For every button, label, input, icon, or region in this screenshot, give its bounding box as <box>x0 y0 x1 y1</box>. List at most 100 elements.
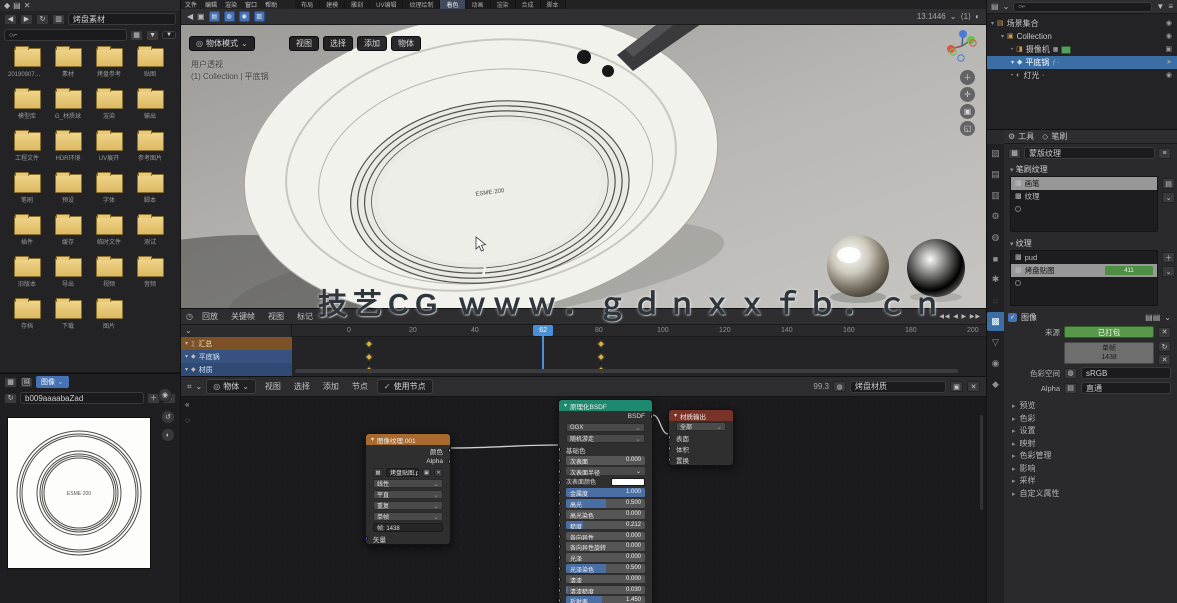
chevron-down-icon[interactable]: ⌄ <box>1162 266 1175 277</box>
expand-icon[interactable]: ▾ <box>1011 60 1014 66</box>
timeline-menu-回放[interactable]: 回放 <box>197 311 223 322</box>
unpack-icon[interactable]: ✕ <box>1158 327 1171 338</box>
new-folder-icon[interactable]: ▥ <box>52 14 65 25</box>
input-socket[interactable] <box>558 598 561 603</box>
section-采样[interactable]: ▸采样 <box>1012 475 1036 486</box>
color-swatch[interactable] <box>611 478 645 486</box>
timeline-menu-关键帧[interactable]: 关键帧 <box>226 311 260 322</box>
section-预览[interactable]: ▸预览 <box>1012 400 1036 411</box>
menu-编辑[interactable]: 编辑 <box>201 0 221 9</box>
image-name-field[interactable]: 烤盘贴图.png <box>386 468 419 477</box>
reload-icon[interactable]: ↻ <box>1158 341 1171 352</box>
workspace-tab-着色[interactable]: 着色 <box>440 0 465 9</box>
outliner-row-light[interactable]: •◐灯光◦◉ <box>987 69 1177 82</box>
collapse-icon[interactable]: ▾ <box>371 437 374 443</box>
back-icon[interactable]: ◀ <box>187 13 193 21</box>
vector-dropdown[interactable]: 次表面半径⌄ <box>566 467 645 476</box>
slider-track[interactable]: 折射率1.450 <box>566 596 645 603</box>
options-icon[interactable]: ≡ <box>1168 3 1173 11</box>
shader-menu-视图[interactable]: 视图 <box>260 381 286 392</box>
duplicate-icon[interactable]: ▤▤ <box>1145 314 1160 322</box>
editor-type-icon[interactable]: ⌗ <box>187 383 192 391</box>
node-canvas-scrollbar[interactable] <box>980 415 983 510</box>
pan-icon[interactable]: ✛ <box>960 87 975 102</box>
node-header[interactable]: ▾材质输出 <box>669 410 733 421</box>
playback-controls[interactable]: ◀◀ ◀ ▶ ▶▶ <box>939 314 981 320</box>
editor-type-icon[interactable]: ▦ <box>4 377 17 388</box>
input-socket[interactable] <box>558 512 561 517</box>
datablock-name-field[interactable]: 蒙版纹理 <box>1024 147 1155 159</box>
refresh-icon[interactable]: ↻ <box>4 393 17 404</box>
visibility-icon[interactable]: ▣ <box>1165 46 1172 53</box>
use-nodes-toggle[interactable]: ✓使用节点 <box>377 379 433 394</box>
timeline-scrollbar[interactable] <box>295 369 958 373</box>
display-mode-icon[interactable]: ▦ <box>130 30 143 41</box>
remove-icon[interactable]: ✕ <box>1158 354 1171 365</box>
param-slider[interactable]: 清漆0.000 <box>559 574 652 585</box>
outliner-search-input[interactable]: ○⌐ <box>1013 2 1152 12</box>
node-output-Alpha[interactable]: Alpha <box>366 456 450 467</box>
channel-summary[interactable]: ▾∑汇总 <box>181 337 292 350</box>
prop-tab-output[interactable]: ▤ <box>987 165 1004 184</box>
timeline-menu-标记[interactable]: 标记 <box>292 311 318 322</box>
viewport-menu-视图[interactable]: 视图 <box>289 36 319 51</box>
slider-track[interactable]: 各向异性0.000 <box>566 532 645 541</box>
channel-object[interactable]: ▾◆平底锅 <box>181 350 292 363</box>
material-name-field[interactable]: 烤盘材质 <box>850 381 946 393</box>
menu-帮助[interactable]: 帮助 <box>261 0 281 9</box>
dropdown-重复[interactable]: 重复⌄ <box>366 500 450 511</box>
dropdown-button[interactable]: 线性⌄ <box>373 479 443 488</box>
node-material-output[interactable]: ▾材质输出 全部⌄ 表面体积置换 <box>668 409 734 466</box>
input-socket[interactable] <box>668 446 671 451</box>
expand-icon[interactable]: ▾ <box>185 367 188 373</box>
fake-user-icon[interactable]: ▣ <box>422 468 431 477</box>
section-texture[interactable]: ▾ 纹理 <box>1010 238 1032 249</box>
shading-solid-icon[interactable]: ▤ <box>209 11 220 22</box>
visibility-icon[interactable]: ➤ <box>1166 59 1172 66</box>
slider-track[interactable]: 糙度0.212 <box>566 521 645 530</box>
shader-menu-添加[interactable]: 添加 <box>318 381 344 392</box>
prop-tab-constraints[interactable]: ▽ <box>987 333 1004 352</box>
image-name-field[interactable]: b009aaaabaZad <box>20 392 144 404</box>
shading-rendered-icon[interactable]: ◉ <box>239 11 250 22</box>
viewport-menu-添加[interactable]: 添加 <box>357 36 387 51</box>
param-slider[interactable]: 光泽0.000 <box>559 552 652 563</box>
visibility-icon[interactable]: ◉ <box>1166 20 1172 27</box>
search-input[interactable]: ○⌐ <box>4 29 127 41</box>
slider-track[interactable]: 清漆0.000 <box>566 575 645 584</box>
slider-track[interactable]: 高光0.500 <box>566 499 645 508</box>
zoom-icon[interactable]: ＋ <box>960 70 975 85</box>
outliner-row-scene-collection[interactable]: ▾▤场景集合◉ <box>987 17 1177 30</box>
slider-track[interactable]: 光泽染色0.500 <box>566 564 645 573</box>
folder-item[interactable]: 插件 <box>8 216 46 246</box>
folder-item[interactable]: G_材质球 <box>49 90 87 120</box>
sort-icon[interactable]: ▼ <box>146 30 159 41</box>
prop-tab-scene[interactable]: ⚙ <box>987 207 1004 226</box>
folder-item[interactable]: 工程文件 <box>8 132 46 162</box>
image-canvas[interactable]: ESME·200 <box>8 418 150 568</box>
chevron-down-icon[interactable]: ⌄ <box>1003 3 1010 11</box>
expand-icon[interactable]: ▾ <box>991 21 994 27</box>
slider-track[interactable]: 光泽0.000 <box>566 553 645 562</box>
folder-item[interactable]: 20190907备份 <box>8 48 46 78</box>
node-image-texture[interactable]: ▾图像纹理.001 颜色Alpha▩烤盘贴图.png▣✕线性⌄平直⌄重复⌄单帧⌄… <box>365 433 451 545</box>
visibility-icon[interactable]: ◉ <box>1166 72 1172 79</box>
param-slider[interactable]: 清漆糙度0.030 <box>559 585 652 596</box>
chevron-down-icon[interactable]: ⌄ <box>196 383 203 391</box>
input-置换[interactable]: 置换 <box>669 454 733 465</box>
folder-item[interactable]: HDR环境 <box>49 132 87 162</box>
alpha-mode-field[interactable]: 直通 <box>1081 382 1171 394</box>
node-principled-bsdf[interactable]: ▾原理化BSDF BSDF GGX⌄ 随机游走⌄ 基础色 次表面0.000次表面… <box>558 399 653 603</box>
folder-item[interactable]: 缓存 <box>49 216 87 246</box>
back-icon[interactable]: ◀ <box>4 14 17 25</box>
slider-track[interactable]: 清漆糙度0.030 <box>566 586 645 595</box>
colorspace-field[interactable]: sRGB <box>1081 367 1171 379</box>
expand-icon[interactable]: ▾ <box>185 341 188 347</box>
list-item[interactable]: ▩pud <box>1011 251 1157 264</box>
image-section-header[interactable]: ✓ 图像 ▤▤ ⌄ <box>1008 312 1171 323</box>
folder-item[interactable]: 脚本 <box>131 174 169 204</box>
prop-tab-object-data[interactable]: ◉ <box>987 354 1004 373</box>
output-socket[interactable] <box>650 414 653 419</box>
frame-row[interactable]: 帧: 1438 <box>366 522 450 533</box>
shader-menu-节点[interactable]: 节点 <box>347 381 373 392</box>
